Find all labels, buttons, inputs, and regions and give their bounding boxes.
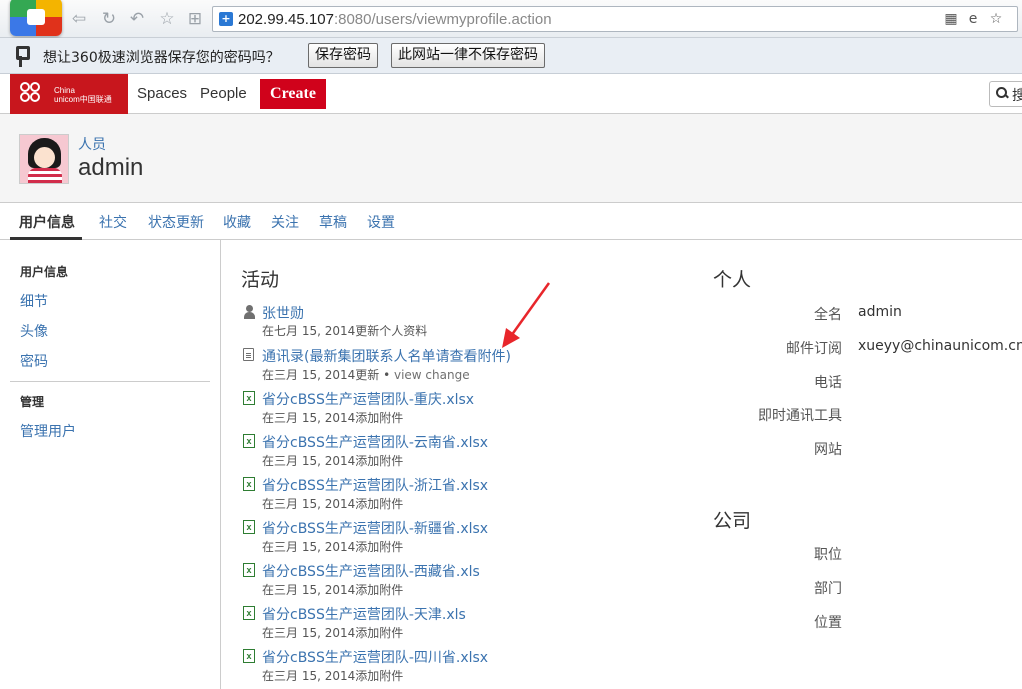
grid-icon[interactable]: ⊞ — [185, 9, 205, 29]
excel-icon: x — [243, 606, 255, 620]
profile-header: 人员 admin — [0, 114, 1022, 203]
annotation-arrow-icon — [502, 282, 551, 348]
address-bar[interactable]: + 202.99.45.107:8080/users/viewmyprofile… — [212, 6, 1018, 32]
profile-tabs: 用户信息 社交 状态更新 收藏 关注 草稿 设置 — [0, 203, 1022, 240]
excel-icon: x — [243, 520, 255, 534]
tab-following[interactable]: 关注 — [271, 212, 299, 232]
sidebar: 用户信息 细节 头像 密码 管理 管理用户 — [0, 240, 221, 689]
activity-item-meta: 在三月 15, 2014添加附件 — [262, 669, 404, 683]
nav-people[interactable]: People — [200, 85, 247, 102]
sidebar-heading-admin: 管理 — [20, 395, 45, 409]
avatar[interactable] — [19, 134, 69, 184]
star-icon[interactable]: ☆ — [157, 9, 177, 29]
activity-item-link[interactable]: 张世勋 — [262, 303, 304, 323]
excel-icon: x — [243, 391, 255, 405]
qr-code-icon[interactable]: ▦ — [943, 11, 959, 27]
search-placeholder: 搜 — [1012, 88, 1022, 104]
activity-item-link[interactable]: 省分cBSS生产运营团队-西藏省.xls — [262, 561, 480, 581]
excel-icon: x — [243, 434, 255, 448]
site-icon: + — [219, 12, 233, 26]
field-value-full-name: admin — [858, 304, 902, 320]
view-change-link[interactable]: view change — [394, 368, 470, 382]
activity-item-meta: 在三月 15, 2014添加附件 — [262, 540, 404, 554]
browser-logo[interactable] — [10, 0, 62, 36]
field-label-department: 部门 — [814, 581, 842, 597]
tab-social[interactable]: 社交 — [99, 212, 127, 232]
field-label-full-name: 全名 — [814, 307, 842, 323]
ie-mode-icon[interactable]: e — [965, 11, 981, 27]
activity-title: 活动 — [241, 269, 280, 291]
activity-item-link[interactable]: 通讯录(最新集团联系人名单请查看附件) — [262, 346, 511, 366]
activity-item-meta: 在三月 15, 2014更新 • view change — [262, 368, 470, 382]
bookmark-star-icon[interactable]: ☆ — [988, 11, 1004, 27]
search-icon — [995, 85, 1009, 101]
tab-status-updates[interactable]: 状态更新 — [148, 212, 204, 232]
field-value-email[interactable]: xueyy@chinaunicom.cn — [858, 338, 1022, 354]
sidebar-item-password[interactable]: 密码 — [20, 351, 48, 371]
activity-item-link[interactable]: 省分cBSS生产运营团队-天津.xls — [262, 604, 466, 624]
nav-spaces[interactable]: Spaces — [137, 85, 187, 102]
field-label-website: 网站 — [814, 442, 842, 458]
activity-item-meta: 在七月 15, 2014更新个人资料 — [262, 324, 428, 338]
tab-drafts[interactable]: 草稿 — [319, 212, 347, 232]
personal-title: 个人 — [713, 269, 752, 291]
tab-favorites[interactable]: 收藏 — [223, 212, 251, 232]
activity-item-meta: 在三月 15, 2014添加附件 — [262, 626, 404, 640]
password-prompt: 想让360极速浏览器保存您的密码吗？ — [43, 50, 280, 66]
activity-item-meta: 在三月 15, 2014添加附件 — [262, 497, 404, 511]
company-title: 公司 — [713, 510, 752, 532]
excel-icon: x — [243, 649, 255, 663]
activity-item-meta: 在三月 15, 2014添加附件 — [262, 583, 404, 597]
browser-toolbar: ⇦ ↻ ↶ ☆ ⊞ + 202.99.45.107:8080/users/vie… — [0, 0, 1022, 38]
create-button[interactable]: Create — [260, 79, 326, 109]
reload-icon[interactable]: ↻ — [99, 9, 119, 29]
field-label-phone: 电话 — [814, 375, 842, 391]
sidebar-item-manage-users[interactable]: 管理用户 — [20, 421, 76, 441]
sidebar-item-details[interactable]: 细节 — [20, 291, 48, 311]
activity-item-link[interactable]: 省分cBSS生产运营团队-四川省.xlsx — [262, 647, 488, 667]
site-logo[interactable]: China unicom中国联通 — [10, 74, 128, 114]
activity-item-link[interactable]: 省分cBSS生产运营团队-重庆.xlsx — [262, 389, 474, 409]
field-label-im: 即时通讯工具 — [758, 408, 842, 424]
sidebar-divider — [10, 381, 210, 382]
activity-item-meta: 在三月 15, 2014添加附件 — [262, 454, 404, 468]
field-label-location: 位置 — [814, 615, 842, 631]
key-icon — [14, 46, 30, 68]
sidebar-item-avatar[interactable]: 头像 — [20, 321, 48, 341]
user-icon — [243, 305, 256, 319]
address-text[interactable]: 202.99.45.107:8080/users/viewmyprofile.a… — [238, 11, 552, 28]
password-save-bar: 想让360极速浏览器保存您的密码吗？ 保存密码 此网站一律不保存密码 — [0, 38, 1022, 74]
page-title: admin — [78, 154, 144, 181]
search-input[interactable]: 搜 — [989, 81, 1022, 107]
save-password-button[interactable]: 保存密码 — [308, 43, 378, 68]
sidebar-heading-user-info: 用户信息 — [20, 265, 69, 279]
activity-item-link[interactable]: 省分cBSS生产运营团队-浙江省.xlsx — [262, 475, 488, 495]
logo-text: China unicom中国联通 — [54, 86, 112, 104]
activity-item-link[interactable]: 省分cBSS生产运营团队-新疆省.xlsx — [262, 518, 488, 538]
field-label-position: 职位 — [814, 547, 842, 563]
field-label-email: 邮件订阅 — [786, 341, 842, 357]
never-save-password-button[interactable]: 此网站一律不保存密码 — [391, 43, 545, 68]
activity-item-meta: 在三月 15, 2014添加附件 — [262, 411, 404, 425]
breadcrumb-people[interactable]: 人员 — [78, 134, 106, 154]
back-icon[interactable]: ⇦ — [69, 9, 89, 29]
excel-icon: x — [243, 477, 255, 491]
tab-user-info[interactable]: 用户信息 — [19, 212, 75, 232]
app-header: China unicom中国联通 Spaces People Create 搜 — [0, 74, 1022, 114]
unicom-knot-icon — [20, 82, 46, 106]
undo-icon[interactable]: ↶ — [127, 9, 147, 29]
excel-icon: x — [243, 563, 255, 577]
tab-settings[interactable]: 设置 — [367, 212, 395, 232]
page-icon — [243, 348, 254, 361]
activity-item-link[interactable]: 省分cBSS生产运营团队-云南省.xlsx — [262, 432, 488, 452]
